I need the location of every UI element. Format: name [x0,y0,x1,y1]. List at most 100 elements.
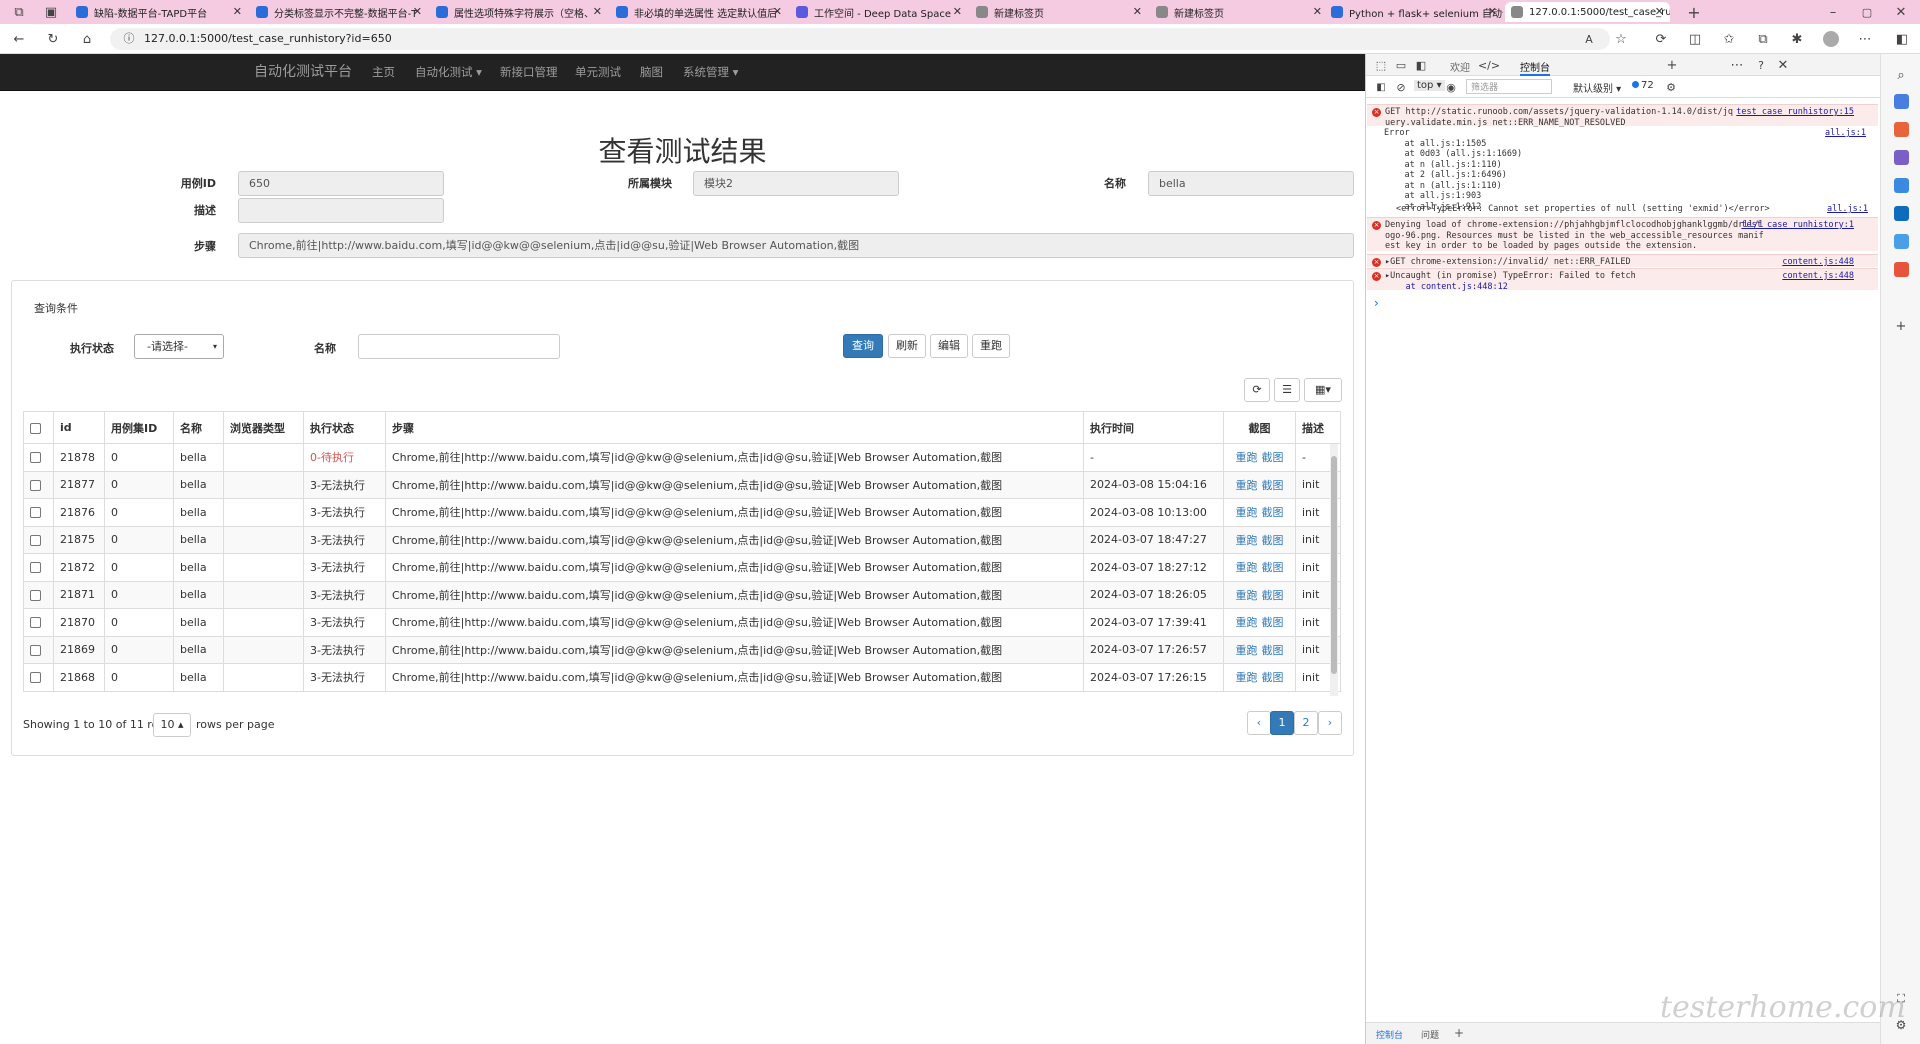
rerun-link[interactable]: 重跑 [1236,644,1258,657]
restore-button[interactable]: ▢ [1858,3,1876,21]
devtools-tab-welcome[interactable]: 欢迎 [1450,59,1470,74]
typeerror-source-link[interactable]: all.js:1 [1827,204,1868,214]
desc-field[interactable] [238,198,444,223]
table-toggle-view-icon[interactable]: ☰ [1274,378,1300,402]
table-refresh-icon[interactable]: ⟳ [1244,378,1270,402]
module-field[interactable]: 模块2 [693,171,899,196]
browser-tab[interactable]: 工作空间 - Deep Data Space ✕ [790,2,968,22]
row-checkbox[interactable] [23,635,54,664]
refresh-button[interactable]: 刷新 [888,334,926,358]
tab-close-icon[interactable]: ✕ [1313,5,1322,18]
page-size-select[interactable]: 10 ▴ [153,713,191,737]
nav-item-mindmap[interactable]: 脑图 [640,54,663,90]
favorites-icon[interactable]: ✩ [1720,30,1738,48]
more-menu-icon[interactable]: ⋯ [1856,30,1874,48]
col-set-id[interactable]: 用例集ID [104,411,174,444]
row-checkbox[interactable] [23,663,54,692]
drawer-add-icon[interactable]: + [1454,1026,1464,1040]
elements-icon[interactable]: </> [1478,56,1500,74]
collections-icon[interactable]: ⧉ [1754,30,1772,48]
col-time[interactable]: 执行时间 [1083,411,1224,444]
tab-close-icon[interactable]: ✕ [593,5,602,18]
inspect-icon[interactable]: ⬚ [1372,56,1390,74]
col-screenshot[interactable]: 截图 [1223,411,1296,444]
sidebar-app-4-icon[interactable] [1894,178,1909,193]
read-aloud-icon[interactable]: A [1580,30,1598,48]
rerun-link[interactable]: 重跑 [1236,534,1258,547]
url-input[interactable]: ⓘ 127.0.0.1:5000/test_case_runhistory?id… [110,28,1610,50]
col-id[interactable]: id [53,411,105,444]
col-name[interactable]: 名称 [173,411,224,444]
query-button[interactable]: 查询 [843,334,883,358]
navbar-brand[interactable]: 自动化测试平台 [254,54,352,90]
nav-item-automation[interactable]: 自动化测试 ▾ [415,54,482,90]
tab-close-icon[interactable]: ✕ [233,5,242,18]
nav-item-home[interactable]: 主页 [372,54,395,90]
tab-close-icon[interactable]: ✕ [773,5,782,18]
row-checkbox[interactable] [23,470,54,499]
browser-tab[interactable]: 非必填的单选属性 选定默认值后 ✕ [610,2,788,22]
browser-tab[interactable]: 分类标签显示不完整-数据平台-T ✕ [250,2,428,22]
rerun-link[interactable]: 重跑 [1236,589,1258,602]
device-icon[interactable]: ▭ [1392,56,1410,74]
reload-icon[interactable]: ↻ [44,30,62,48]
row-checkbox[interactable] [23,608,54,637]
columns-menu-icon[interactable]: ▦▾ [1304,378,1342,402]
edit-button[interactable]: 编辑 [930,334,968,358]
screenshot-link[interactable]: 截图 [1262,534,1284,547]
issues-badge[interactable]: 72 [1632,80,1654,91]
browser-tab[interactable]: 新建标签页 ✕ [1150,2,1328,22]
row-checkbox[interactable] [23,580,54,609]
name-field[interactable]: bella [1148,171,1354,196]
rerun-link[interactable]: 重跑 [1236,506,1258,519]
avatar[interactable] [1822,30,1840,48]
outlook-icon[interactable] [1894,206,1909,221]
tab-actions-icon[interactable]: ▣ [42,3,60,21]
drawer-tab-console[interactable]: 控制台 [1376,1028,1403,1041]
case-id-field[interactable]: 650 [238,171,444,196]
rerun-button[interactable]: 重跑 [972,334,1010,358]
sidebar-add-icon[interactable]: + [1892,317,1910,335]
page-next[interactable]: › [1318,711,1342,735]
page-1[interactable]: 1 [1270,711,1294,735]
screenshot-link[interactable]: 截图 [1262,451,1284,464]
profile-icon[interactable]: ⧉ [10,3,28,21]
minimize-button[interactable]: – [1824,3,1842,21]
favorite-star-icon[interactable]: ☆ [1612,30,1630,48]
devtools-tab-console[interactable]: 控制台 [1520,59,1550,76]
rerun-link[interactable]: 重跑 [1236,616,1258,629]
screenshot-link[interactable]: 截图 [1262,589,1284,602]
devtools-close-icon[interactable]: ✕ [1774,56,1792,74]
sidebar-toggle-icon[interactable]: ◧ [1372,78,1390,96]
log-level-select[interactable]: 默认级别 ▾ [1573,80,1621,95]
row-checkbox[interactable] [23,443,54,472]
extensions-icon[interactable]: ✱ [1788,30,1806,48]
drawer-tab-issues[interactable]: 问题 [1421,1028,1439,1041]
browser-tab[interactable]: 属性选项特殊字符展示（空格、 ✕ [430,2,608,22]
browser-tab[interactable]: 缺陷-数据平台-TAPD平台 ✕ [70,2,248,22]
screenshot-link[interactable]: 截图 [1262,479,1284,492]
home-icon[interactable]: ⌂ [78,30,96,48]
console-settings-icon[interactable]: ⚙ [1662,78,1680,96]
row-checkbox[interactable] [23,498,54,527]
col-desc[interactable]: 描述 [1295,411,1341,444]
col-status[interactable]: 执行状态 [303,411,386,444]
tab-close-icon[interactable]: ✕ [1655,5,1664,18]
rerun-link[interactable]: 重跑 [1236,561,1258,574]
tab-close-icon[interactable]: ✕ [1133,5,1142,18]
row-checkbox[interactable] [23,553,54,582]
sidebar-app-7-icon[interactable] [1894,262,1909,277]
rerun-link[interactable]: 重跑 [1236,479,1258,492]
screenshot-link[interactable]: 截图 [1262,561,1284,574]
tab-close-icon[interactable]: ✕ [953,5,962,18]
search-icon[interactable]: ⌕ [1892,66,1910,84]
error-source-link[interactable]: test_case_runhistory:1 [1741,220,1854,231]
refresh-extension-icon[interactable]: ⟳ [1652,30,1670,48]
stack-source-link[interactable]: all.js:1 [1825,128,1866,139]
screenshot-link[interactable]: 截图 [1262,506,1284,519]
split-screen-icon[interactable]: ◫ [1686,30,1704,48]
browser-tab[interactable]: 127.0.0.1:5000/test_case_runhist✕ [1505,2,1670,22]
help-icon[interactable]: ? [1752,56,1770,74]
tab-close-icon[interactable]: ✕ [1488,5,1497,18]
sidebar-app-2-icon[interactable] [1894,122,1909,137]
